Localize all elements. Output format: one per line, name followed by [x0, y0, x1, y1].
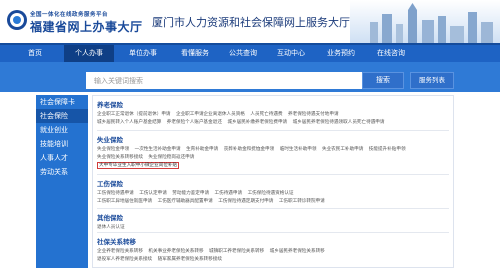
nav-services[interactable]: 看懂服务	[170, 45, 220, 62]
service-link[interactable]: 城乡居民转入个人账户基金结算	[97, 120, 161, 125]
logo-title: 福建省网上办事大厅	[30, 20, 143, 34]
service-panel: 养老保险 企业职工正常退休（提前退休）申请 企业职工申请企业离退休人员资格 人员…	[92, 95, 454, 268]
service-link[interactable]: 生育补助金申请	[186, 147, 218, 152]
section-unemployment: 失业保险 失业保险金申领 一次性生活补助金申请 生育补助金申请 丧葬补助金和抚恤…	[97, 134, 410, 169]
service-list-button[interactable]: 服务列表	[410, 72, 454, 89]
service-row: 工伤保险待遇申请 工伤认定申请 劳动能力鉴定申请 工伤待遇申请 工伤保险待遇资格…	[97, 190, 329, 196]
search-bar: 搜索 服务列表	[0, 62, 500, 92]
nav-interaction[interactable]: 互动中心	[266, 45, 316, 62]
service-row: 退役军人养老保险关系接续 随军家属养老保险关系转移接续	[97, 256, 329, 262]
service-link[interactable]: 退役军人养老保险关系接续	[97, 257, 152, 262]
divider	[97, 130, 449, 131]
divider	[97, 232, 449, 233]
highlighted-service-link[interactable]: 大中专毕业生入职中小微企业岗位补贴	[97, 162, 180, 169]
site-title: 厦门市人力资源和社会保障网上服务大厅	[152, 16, 350, 29]
nav-personal[interactable]: 个人办事	[64, 45, 114, 62]
service-row: 城乡居民转入个人账户基金结算 养老保险个人账户基金退还 城乡居民补缴养老保险费申…	[97, 119, 389, 125]
service-link[interactable]: 工伤保险待遇资格认证	[248, 191, 294, 196]
service-link[interactable]: 养老保险个人账户基金退还	[167, 120, 222, 125]
sidebar-item-social-security-card[interactable]: 社会保障卡	[36, 95, 88, 109]
service-link[interactable]: 城乡居民补缴养老保险费申请	[227, 120, 287, 125]
site-logo[interactable]: 全国一体化在线政务服务平台 福建省网上办事大厅	[6, 7, 146, 37]
sidebar-item-labor-relations[interactable]: 劳动关系	[36, 165, 88, 179]
service-link[interactable]: 工伤保险待遇定期支付申请	[218, 199, 273, 204]
service-row: 工伤职工异地居住就医申请 工伤医疗辅助器具配置申请 工伤保险待遇定期支付申请 工…	[97, 198, 329, 204]
service-link[interactable]: 城乡居民养老保险关系转移	[270, 249, 325, 254]
nav-home[interactable]: 首页	[10, 45, 60, 62]
sidebar-item-employment[interactable]: 就业创业	[36, 123, 88, 137]
service-row: 大中专毕业生入职中小微企业岗位补贴	[97, 162, 410, 169]
service-link[interactable]: 工伤医疗辅助器具配置申请	[158, 199, 213, 204]
service-link[interactable]: 工伤职工异地居住就医申请	[97, 199, 152, 204]
nav-enterprise[interactable]: 单位办事	[118, 45, 168, 62]
section-transfer: 社保关系转移 企业养老保险关系转移 机关事业养老保险关系转移 城镇职工养老保险关…	[97, 236, 329, 262]
service-link[interactable]: 丧葬补助金和抚恤金申领	[224, 147, 275, 152]
nav-public-query[interactable]: 公共查询	[218, 45, 268, 62]
sidebar-item-personnel[interactable]: 人事人才	[36, 151, 88, 165]
section-title: 失业保险	[97, 136, 123, 144]
service-link[interactable]: 人员死亡待遇费	[250, 112, 282, 117]
section-other-insurance: 其他保险 退休人员认证	[97, 212, 129, 230]
service-link[interactable]: 工伤职工转诊转院申请	[279, 199, 325, 204]
service-link[interactable]: 失业保险稳岗返还申请	[148, 155, 194, 160]
section-pension: 养老保险 企业职工正常退休（提前退休）申请 企业职工申请企业离退休人员资格 人员…	[97, 99, 389, 125]
service-row: 失业保险金申领 一次性生活补助金申请 生育补助金申请 丧葬补助金和抚恤金申领 临…	[97, 146, 410, 152]
divider	[97, 174, 449, 175]
service-row: 企业职工正常退休（提前退休）申请 企业职工申请企业离退休人员资格 人员死亡待遇费…	[97, 111, 389, 117]
service-link[interactable]: 退休人员认证	[97, 225, 125, 230]
service-link[interactable]: 城乡居民养老保险待遇领取人员死亡待遇申请	[293, 120, 385, 125]
service-link[interactable]: 养老保险待遇支付地申请	[288, 112, 339, 117]
nav-consult[interactable]: 在线咨询	[366, 45, 416, 62]
service-row: 企业养老保险关系转移 机关事业养老保险关系转移 城镇职工养老保险关系转移 城乡居…	[97, 248, 329, 254]
section-work-injury: 工伤保险 工伤保险待遇申请 工伤认定申请 劳动能力鉴定申请 工伤待遇申请 工伤保…	[97, 178, 329, 204]
service-link[interactable]: 工伤认定申请	[139, 191, 167, 196]
search-input[interactable]	[86, 72, 362, 89]
service-link[interactable]: 城镇职工养老保险关系转移	[209, 249, 264, 254]
section-title: 养老保险	[97, 101, 123, 109]
service-link[interactable]: 一次性生活补助金申请	[135, 147, 181, 152]
service-row: 失业保险关系转移接续 失业保险稳岗返还申请	[97, 154, 410, 160]
emblem-icon	[7, 10, 27, 30]
nav-appointment[interactable]: 业务预约	[316, 45, 366, 62]
section-title: 其他保险	[97, 214, 123, 222]
city-skyline-banner	[350, 0, 500, 43]
service-link[interactable]: 技能提升补贴申领	[369, 147, 406, 152]
main-nav: 首页 个人办事 单位办事 看懂服务 公共查询 互动中心 业务预约 在线咨询	[0, 43, 500, 62]
section-title: 社保关系转移	[97, 238, 136, 246]
service-link[interactable]: 劳动能力鉴定申请	[172, 191, 209, 196]
search-button[interactable]: 搜索	[362, 72, 404, 89]
section-title: 工伤保险	[97, 180, 123, 188]
category-sidebar: 社会保障卡 社会保险 就业创业 技能培训 人事人才 劳动关系	[36, 95, 88, 268]
service-link[interactable]: 企业职工申请企业离退休人员资格	[176, 112, 245, 117]
logo-subtitle: 全国一体化在线政务服务平台	[30, 12, 109, 18]
site-header: 全国一体化在线政务服务平台 福建省网上办事大厅 厦门市人力资源和社会保障网上服务…	[0, 0, 500, 43]
sidebar-item-skills-training[interactable]: 技能培训	[36, 137, 88, 151]
service-link[interactable]: 失业保险金申领	[97, 147, 129, 152]
sidebar-item-social-insurance[interactable]: 社会保险	[36, 109, 88, 123]
service-link[interactable]: 工伤保险待遇申请	[97, 191, 134, 196]
service-link[interactable]: 随军家属养老保险关系转移接续	[158, 257, 222, 262]
service-link[interactable]: 失业保险关系转移接续	[97, 155, 143, 160]
service-link[interactable]: 企业养老保险关系转移	[97, 249, 143, 254]
service-row: 退休人员认证	[97, 224, 129, 230]
divider	[97, 208, 449, 209]
service-link[interactable]: 失业农民工补助申请	[322, 147, 363, 152]
service-link[interactable]: 机关事业养老保险关系转移	[148, 249, 203, 254]
service-link[interactable]: 工伤待遇申请	[215, 191, 243, 196]
service-link[interactable]: 临时生活补助申领	[280, 147, 317, 152]
service-link[interactable]: 企业职工正常退休（提前退休）申请	[97, 112, 171, 117]
